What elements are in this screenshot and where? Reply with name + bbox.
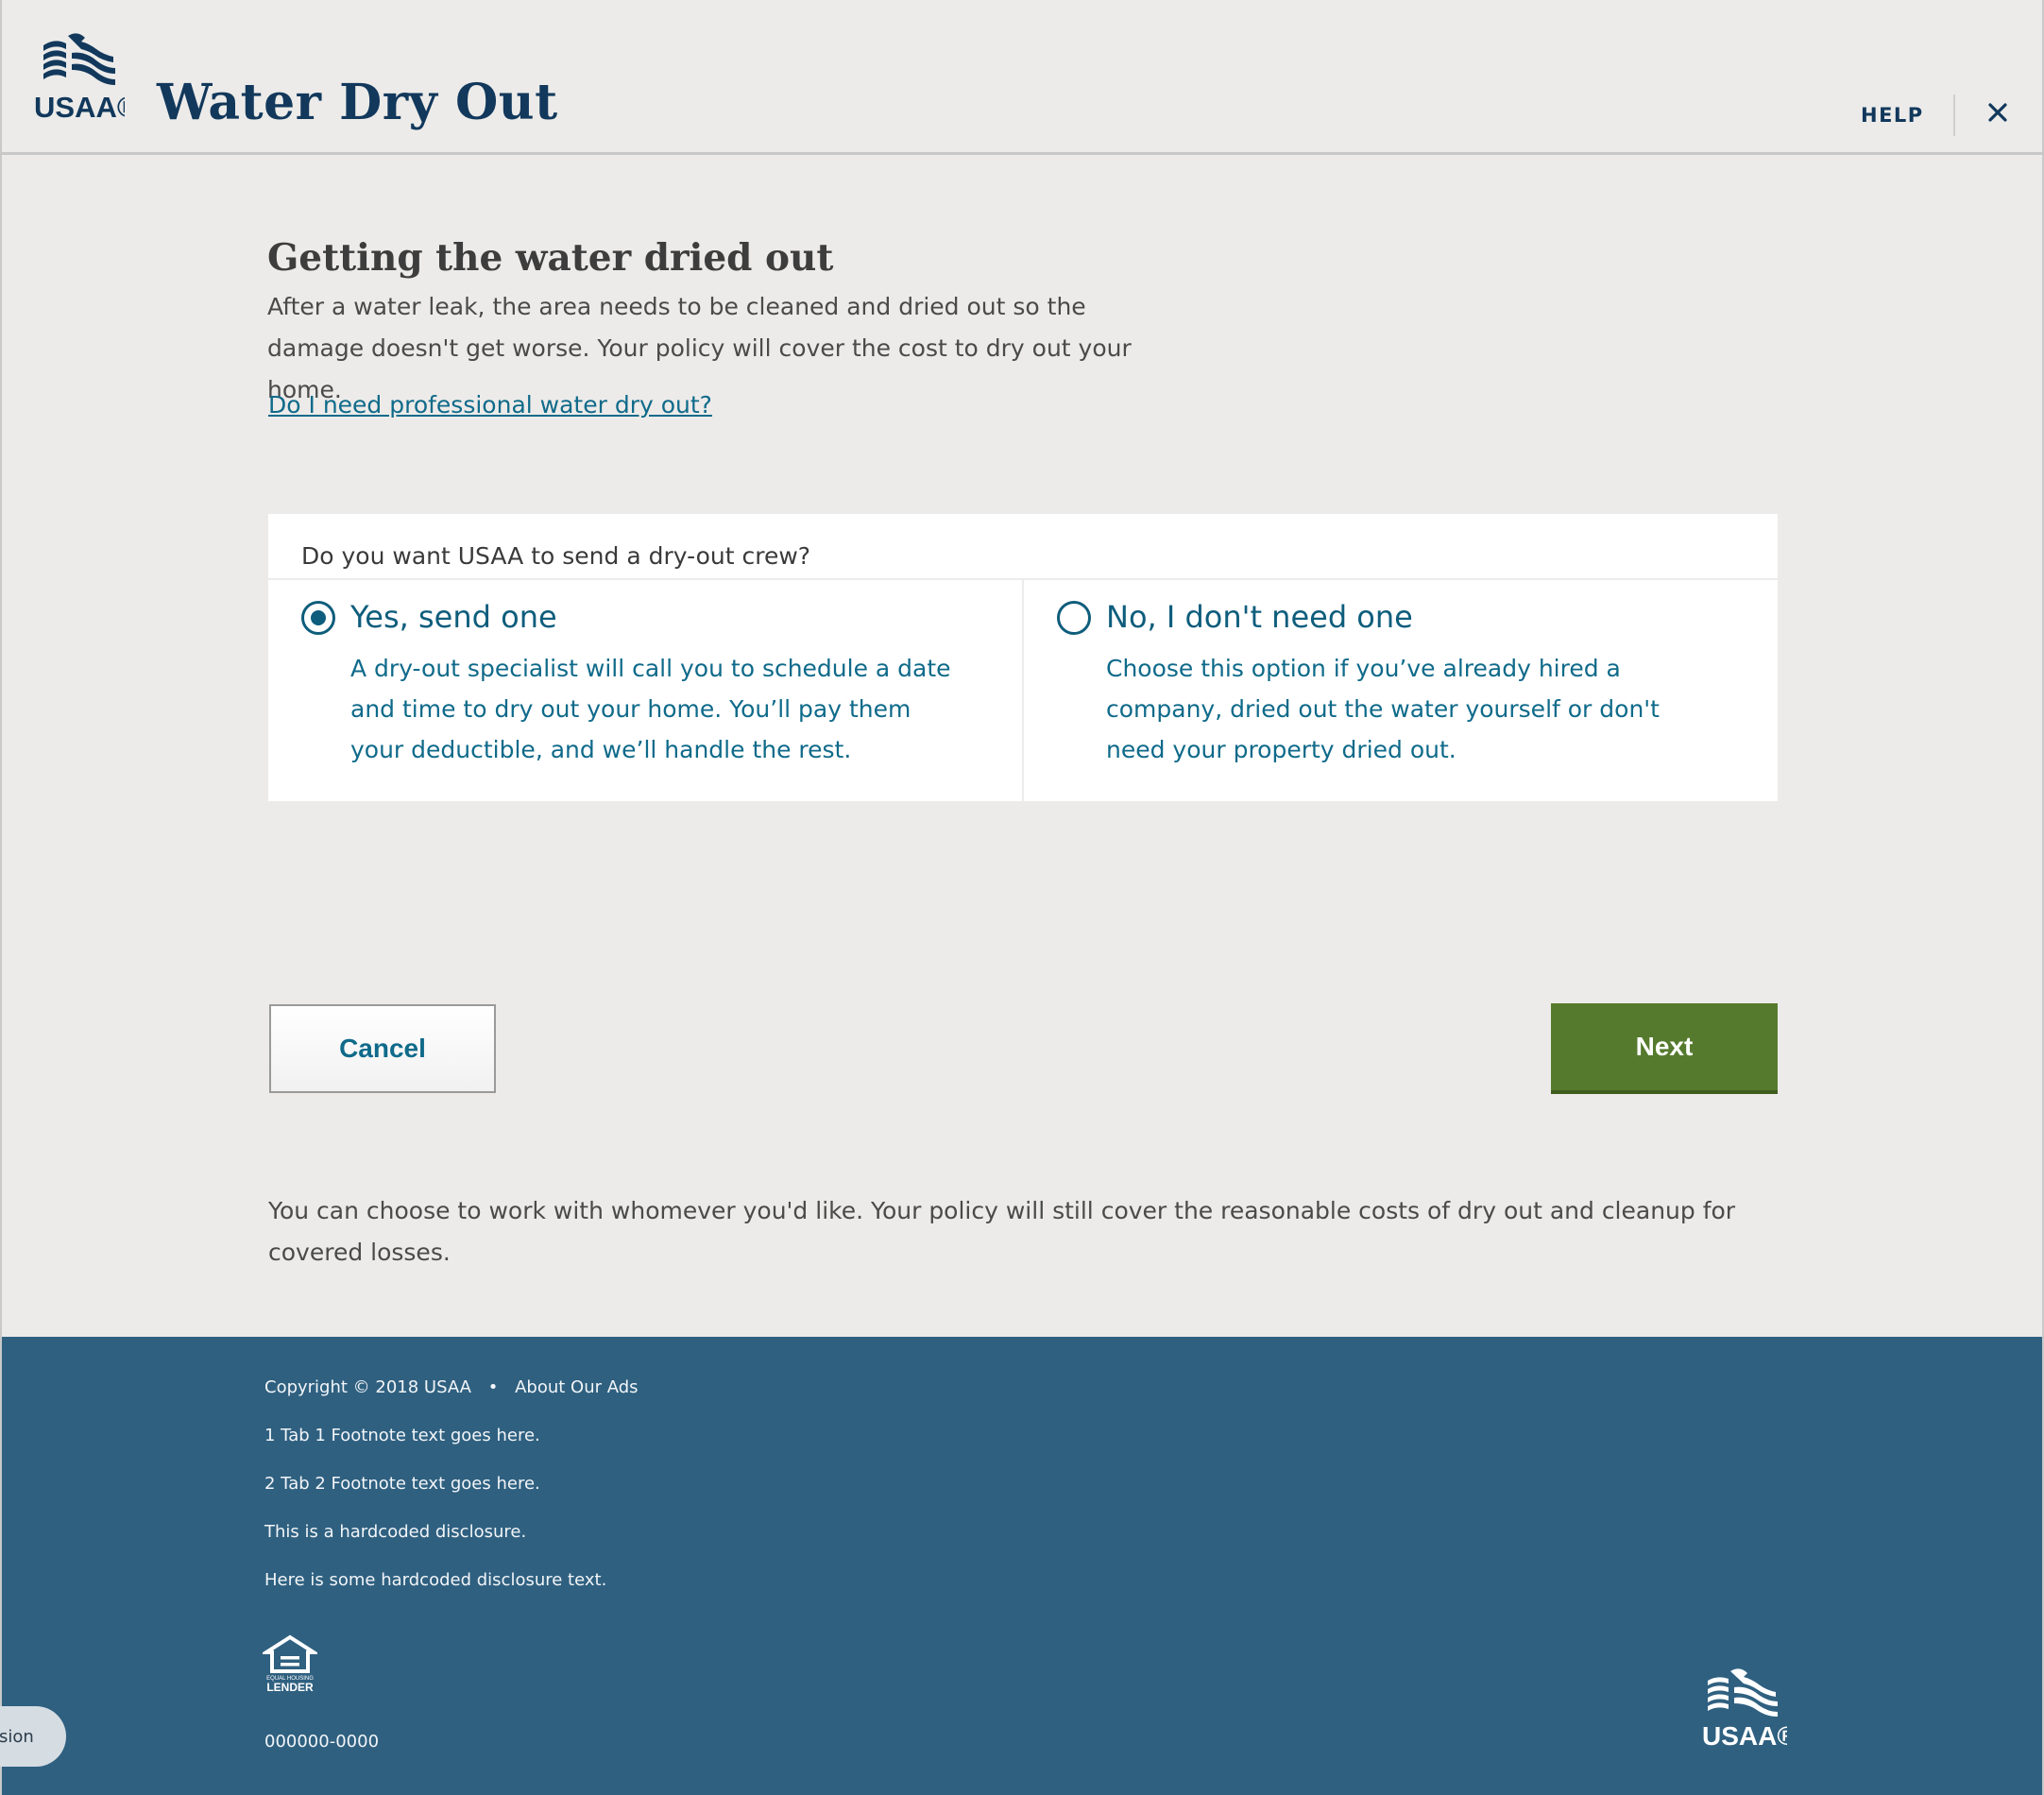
copyright-text: Copyright © 2018 USAA (264, 1377, 471, 1397)
bullet-separator: • (487, 1377, 499, 1397)
dry-out-crew-question-card: Do you want USAA to send a dry-out crew?… (268, 514, 1778, 801)
option-description: A dry-out specialist will call you to sc… (350, 655, 951, 763)
lender-text: LENDER (266, 1681, 314, 1694)
usaa-logo-text: USAA® (34, 91, 125, 123)
side-pill-label: ision (0, 1726, 34, 1747)
app-title: Water Dry Out (157, 74, 558, 131)
cancel-button[interactable]: Cancel (269, 1004, 496, 1093)
side-pill-button[interactable]: ision (0, 1706, 66, 1767)
choice-note: You can choose to work with whomever you… (268, 1197, 1736, 1266)
option-label[interactable]: Yes, send one (350, 599, 557, 635)
next-button[interactable]: Next (1551, 1003, 1778, 1094)
usaa-footer-logo-icon: USAA® (1702, 1668, 1787, 1751)
option-description: Choose this option if you’ve already hir… (1106, 655, 1660, 763)
footer-code: 000000-0000 (264, 1732, 380, 1752)
option-label[interactable]: No, I don't need one (1106, 599, 1413, 635)
professional-dry-out-link[interactable]: Do I need professional water dry out? (268, 391, 712, 419)
footnote-2: 2 Tab 2 Footnote text goes here. (264, 1474, 540, 1494)
header: USAA® Water Dry Out HELP (0, 0, 2044, 155)
usaa-logo-icon[interactable]: USAA® (34, 28, 125, 123)
question-text: Do you want USAA to send a dry-out crew? (301, 542, 811, 570)
card-column-divider (1022, 580, 1024, 801)
footnote-1: 1 Tab 1 Footnote text goes here. (264, 1426, 540, 1445)
disclosure-2: Here is some hardcoded disclosure text. (264, 1570, 607, 1590)
disclosure-1: This is a hardcoded disclosure. (264, 1522, 527, 1542)
help-button[interactable]: HELP (1861, 104, 1924, 127)
usaa-footer-logo-text: USAA® (1702, 1721, 1787, 1751)
close-icon[interactable] (1984, 98, 2012, 127)
footer: Copyright © 2018 USAA • About Our Ads 1 … (2, 1337, 2042, 1795)
radio-selected-icon[interactable] (301, 601, 335, 635)
header-divider (1953, 94, 1955, 136)
about-ads-link[interactable]: About Our Ads (515, 1377, 638, 1397)
radio-unselected-icon[interactable] (1057, 601, 1091, 635)
equal-housing-lender-icon: EQUAL HOUSING LENDER (263, 1634, 317, 1694)
radio-dot (311, 610, 326, 625)
page-title: Getting the water dried out (267, 236, 834, 280)
copyright-line: Copyright © 2018 USAA • About Our Ads (264, 1377, 639, 1397)
